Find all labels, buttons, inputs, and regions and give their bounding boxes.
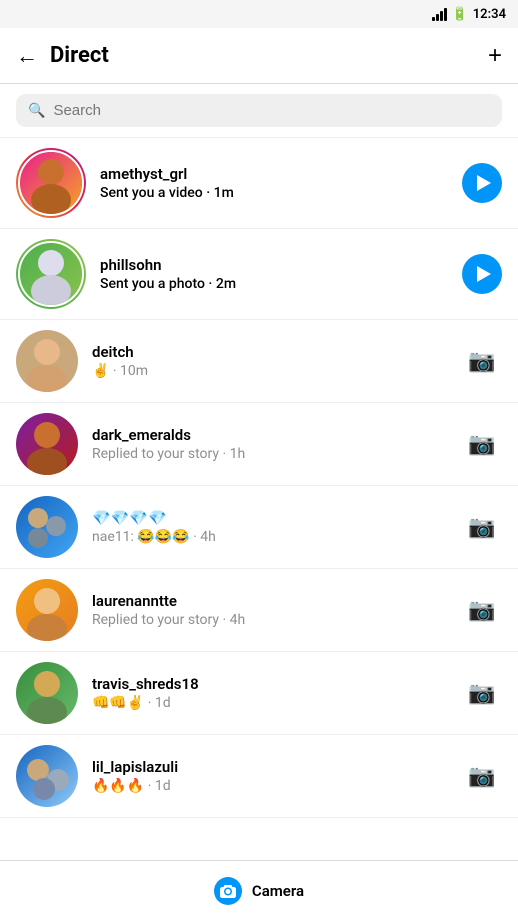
conv-preview: Sent you a photo · 2m bbox=[100, 276, 448, 292]
conv-username: laurenanntte bbox=[92, 592, 448, 610]
avatar bbox=[18, 241, 84, 307]
conv-username: 💎💎💎💎 bbox=[92, 509, 448, 527]
status-icons: 🔋 12:34 bbox=[432, 7, 506, 22]
conv-action[interactable]: 📷 bbox=[462, 756, 502, 796]
back-button[interactable]: ← bbox=[16, 43, 38, 69]
avatar bbox=[16, 413, 78, 475]
conv-action[interactable]: 📷 bbox=[462, 590, 502, 630]
camera-icon: 📷 bbox=[468, 764, 495, 789]
camera-icon: 📷 bbox=[468, 681, 495, 706]
story-ring bbox=[16, 148, 86, 218]
search-icon: 🔍 bbox=[28, 103, 45, 119]
play-icon bbox=[477, 266, 491, 282]
conv-username: lil_lapislazuli bbox=[92, 758, 448, 776]
avatar bbox=[16, 496, 78, 558]
conv-action[interactable]: 📷 bbox=[462, 507, 502, 547]
conversation-item[interactable]: lil_lapislazuli 🔥🔥🔥 · 1d 📷 bbox=[0, 735, 518, 818]
camera-button-icon bbox=[214, 877, 242, 905]
conv-preview: ✌️ · 10m bbox=[92, 363, 448, 379]
search-section: 🔍 bbox=[0, 84, 518, 138]
conversation-item[interactable]: travis_shreds18 👊👊✌️ · 1d 📷 bbox=[0, 652, 518, 735]
avatar-wrap bbox=[16, 496, 78, 558]
conversation-list: amethyst_grl Sent you a video · 1m phill… bbox=[0, 138, 518, 818]
conversation-item[interactable]: 💎💎💎💎 nae11: 😂😂😂 · 4h 📷 bbox=[0, 486, 518, 569]
conv-username: travis_shreds18 bbox=[92, 675, 448, 693]
conv-preview: 👊👊✌️ · 1d bbox=[92, 695, 448, 711]
camera-label: Camera bbox=[252, 882, 304, 900]
avatar-wrap bbox=[16, 413, 78, 475]
story-ring bbox=[16, 239, 86, 309]
conversation-item[interactable]: deitch ✌️ · 10m 📷 bbox=[0, 320, 518, 403]
avatar bbox=[16, 745, 78, 807]
conv-username: amethyst_grl bbox=[100, 165, 448, 183]
conversation-item[interactable]: laurenanntte Replied to your story · 4h … bbox=[0, 569, 518, 652]
conversation-item[interactable]: dark_emeralds Replied to your story · 1h… bbox=[0, 403, 518, 486]
avatar-wrap bbox=[16, 330, 78, 392]
avatar-wrap bbox=[16, 579, 78, 641]
conv-action[interactable] bbox=[462, 163, 502, 203]
conv-username: deitch bbox=[92, 343, 448, 361]
conversation-text: laurenanntte Replied to your story · 4h bbox=[92, 592, 448, 628]
play-icon bbox=[477, 175, 491, 191]
camera-icon: 📷 bbox=[468, 349, 495, 374]
conversation-item[interactable]: amethyst_grl Sent you a video · 1m bbox=[0, 138, 518, 229]
conversation-text: amethyst_grl Sent you a video · 1m bbox=[100, 165, 448, 201]
signal-icon bbox=[432, 7, 447, 21]
avatar bbox=[16, 579, 78, 641]
conversation-item[interactable]: phillsohn Sent you a photo · 2m bbox=[0, 229, 518, 320]
search-bar[interactable]: 🔍 bbox=[16, 94, 502, 127]
camera-icon: 📷 bbox=[468, 432, 495, 457]
conv-preview: nae11: 😂😂😂 · 4h bbox=[92, 529, 448, 545]
conv-preview: Replied to your story · 4h bbox=[92, 612, 448, 628]
bottom-bar[interactable]: Camera bbox=[0, 860, 518, 920]
conversation-text: lil_lapislazuli 🔥🔥🔥 · 1d bbox=[92, 758, 448, 794]
avatar bbox=[18, 150, 84, 216]
conversation-text: phillsohn Sent you a photo · 2m bbox=[100, 256, 448, 292]
status-time: 12:34 bbox=[473, 7, 506, 22]
conv-action[interactable]: 📷 bbox=[462, 424, 502, 464]
new-message-button[interactable]: + bbox=[488, 42, 502, 70]
avatar bbox=[16, 330, 78, 392]
conversation-text: travis_shreds18 👊👊✌️ · 1d bbox=[92, 675, 448, 711]
play-button[interactable] bbox=[462, 163, 502, 203]
conv-preview: Replied to your story · 1h bbox=[92, 446, 448, 462]
conversation-text: 💎💎💎💎 nae11: 😂😂😂 · 4h bbox=[92, 509, 448, 545]
avatar-wrap bbox=[16, 239, 86, 309]
avatar bbox=[16, 662, 78, 724]
camera-icon: 📷 bbox=[468, 598, 495, 623]
camera-icon: 📷 bbox=[468, 515, 495, 540]
conversation-text: dark_emeralds Replied to your story · 1h bbox=[92, 426, 448, 462]
conv-action[interactable] bbox=[462, 254, 502, 294]
search-input[interactable] bbox=[53, 102, 490, 119]
header: ← Direct + bbox=[0, 28, 518, 84]
avatar-wrap bbox=[16, 745, 78, 807]
conv-username: dark_emeralds bbox=[92, 426, 448, 444]
conversation-text: deitch ✌️ · 10m bbox=[92, 343, 448, 379]
conv-username: phillsohn bbox=[100, 256, 448, 274]
avatar-wrap bbox=[16, 148, 86, 218]
page-title: Direct bbox=[50, 43, 488, 68]
battery-icon: 🔋 bbox=[452, 7, 468, 22]
conv-action[interactable]: 📷 bbox=[462, 341, 502, 381]
conv-action[interactable]: 📷 bbox=[462, 673, 502, 713]
conv-preview: 🔥🔥🔥 · 1d bbox=[92, 778, 448, 794]
play-button[interactable] bbox=[462, 254, 502, 294]
status-bar: 🔋 12:34 bbox=[0, 0, 518, 28]
conv-preview: Sent you a video · 1m bbox=[100, 185, 448, 201]
avatar-wrap bbox=[16, 662, 78, 724]
